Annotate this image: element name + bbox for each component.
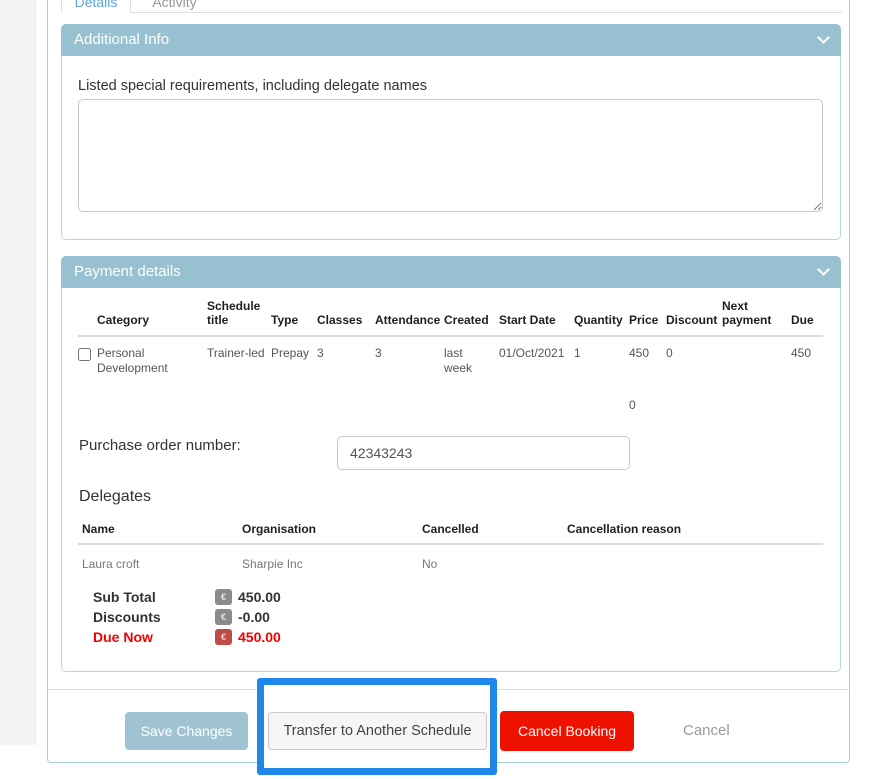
row-select-checkbox[interactable] — [78, 348, 91, 361]
cell-next-payment — [722, 336, 791, 380]
cell-type: Prepay — [271, 336, 317, 380]
subtotal-value: 450.00 — [238, 589, 281, 605]
payment-details-section: Payment details Category Schedule title … — [61, 256, 841, 672]
cell-price: 0 — [629, 380, 666, 417]
col-created: Created — [444, 299, 499, 336]
payment-details-title: Payment details — [74, 256, 181, 288]
additional-info-body: Listed special requirements, including d… — [61, 56, 841, 240]
col-due: Due — [791, 299, 823, 336]
delegates-heading: Delegates — [79, 488, 151, 506]
subtotal-row: Sub Total € 450.00 — [93, 587, 281, 607]
cell-discount: 0 — [666, 336, 722, 380]
currency-euro-badge: € — [215, 629, 232, 645]
payment-details-header[interactable]: Payment details — [61, 256, 841, 288]
col-organisation: Organisation — [238, 516, 418, 544]
due-now-value: 450.00 — [238, 629, 281, 645]
additional-info-title: Additional Info — [74, 24, 169, 56]
due-now-row: Due Now € 450.00 — [93, 627, 281, 647]
booking-details-panel: Details Activity Additional Info Listed … — [47, 0, 850, 763]
cell-start-date: 01/Oct/2021 — [499, 336, 574, 380]
cell-classes: 3 — [317, 336, 375, 380]
totals-block: Sub Total € 450.00 Discounts € -0.00 Due… — [93, 587, 281, 647]
checkbox-column-header — [78, 299, 97, 336]
purchase-order-label: Purchase order number: — [79, 437, 241, 454]
cell-category: Personal Development — [97, 336, 207, 380]
payment-details-body: Category Schedule title Type Classes Att… — [61, 288, 841, 672]
additional-info-header[interactable]: Additional Info — [61, 24, 841, 56]
cell-due: 450 — [791, 336, 823, 380]
payment-table: Category Schedule title Type Classes Att… — [78, 299, 823, 417]
col-price: Price — [629, 299, 666, 336]
cell-schedule-title: Trainer-led — [207, 336, 271, 380]
col-start-date: Start Date — [499, 299, 574, 336]
cancel-link[interactable]: Cancel — [683, 712, 730, 750]
cell-delegate-name: Laura croft — [78, 544, 238, 575]
page-backdrop-strip — [0, 0, 36, 745]
delegate-row: Laura croft Sharpie Inc No — [78, 544, 823, 575]
delegates-header-row: Name Organisation Cancelled Cancellation… — [78, 516, 823, 544]
col-category: Category — [97, 299, 207, 336]
discounts-value: -0.00 — [238, 609, 270, 625]
col-classes: Classes — [317, 299, 375, 336]
col-schedule-title: Schedule title — [207, 299, 271, 336]
special-requirements-textarea[interactable] — [78, 99, 823, 212]
discounts-label: Discounts — [93, 609, 215, 625]
purchase-order-input[interactable] — [337, 436, 630, 470]
subtotal-label: Sub Total — [93, 589, 215, 605]
cancel-booking-button[interactable]: Cancel Booking — [500, 711, 634, 751]
col-discount: Discount — [666, 299, 722, 336]
currency-euro-badge: € — [215, 589, 232, 605]
cell-created: last week — [444, 336, 499, 380]
tab-details[interactable]: Details — [61, 0, 131, 13]
payment-table-header-row: Category Schedule title Type Classes Att… — [78, 299, 823, 336]
currency-euro-badge: € — [215, 609, 232, 625]
col-name: Name — [78, 516, 238, 544]
chevron-down-icon[interactable] — [817, 31, 830, 44]
payment-table-row: Personal Development Trainer-led Prepay … — [78, 336, 823, 380]
cell-price: 450 — [629, 336, 666, 380]
additional-info-section: Additional Info Listed special requireme… — [61, 24, 841, 240]
col-cancellation-reason: Cancellation reason — [563, 516, 823, 544]
save-changes-button[interactable]: Save Changes — [125, 712, 248, 750]
tabbar-divider — [131, 12, 842, 13]
col-next-payment: Next payment — [722, 299, 791, 336]
cell-delegate-organisation: Sharpie Inc — [238, 544, 418, 575]
transfer-to-another-schedule-button[interactable]: Transfer to Another Schedule — [268, 712, 487, 750]
due-now-label: Due Now — [93, 629, 215, 645]
cell-delegate-cancellation-reason — [563, 544, 823, 575]
cell-quantity: 1 — [574, 336, 629, 380]
col-type: Type — [271, 299, 317, 336]
col-cancelled: Cancelled — [418, 516, 563, 544]
delegates-table: Name Organisation Cancelled Cancellation… — [78, 516, 823, 575]
booking-page: { "colors": { "section_header_bg": "#97c… — [0, 0, 881, 779]
cell-delegate-cancelled: No — [418, 544, 563, 575]
col-quantity: Quantity — [574, 299, 629, 336]
cell-attendance: 3 — [375, 336, 444, 380]
payment-table-row: 0 — [78, 380, 823, 417]
chevron-down-icon[interactable] — [817, 263, 830, 276]
discounts-row: Discounts € -0.00 — [93, 607, 281, 627]
col-attendance: Attendance — [375, 299, 444, 336]
special-requirements-label: Listed special requirements, including d… — [78, 78, 427, 94]
